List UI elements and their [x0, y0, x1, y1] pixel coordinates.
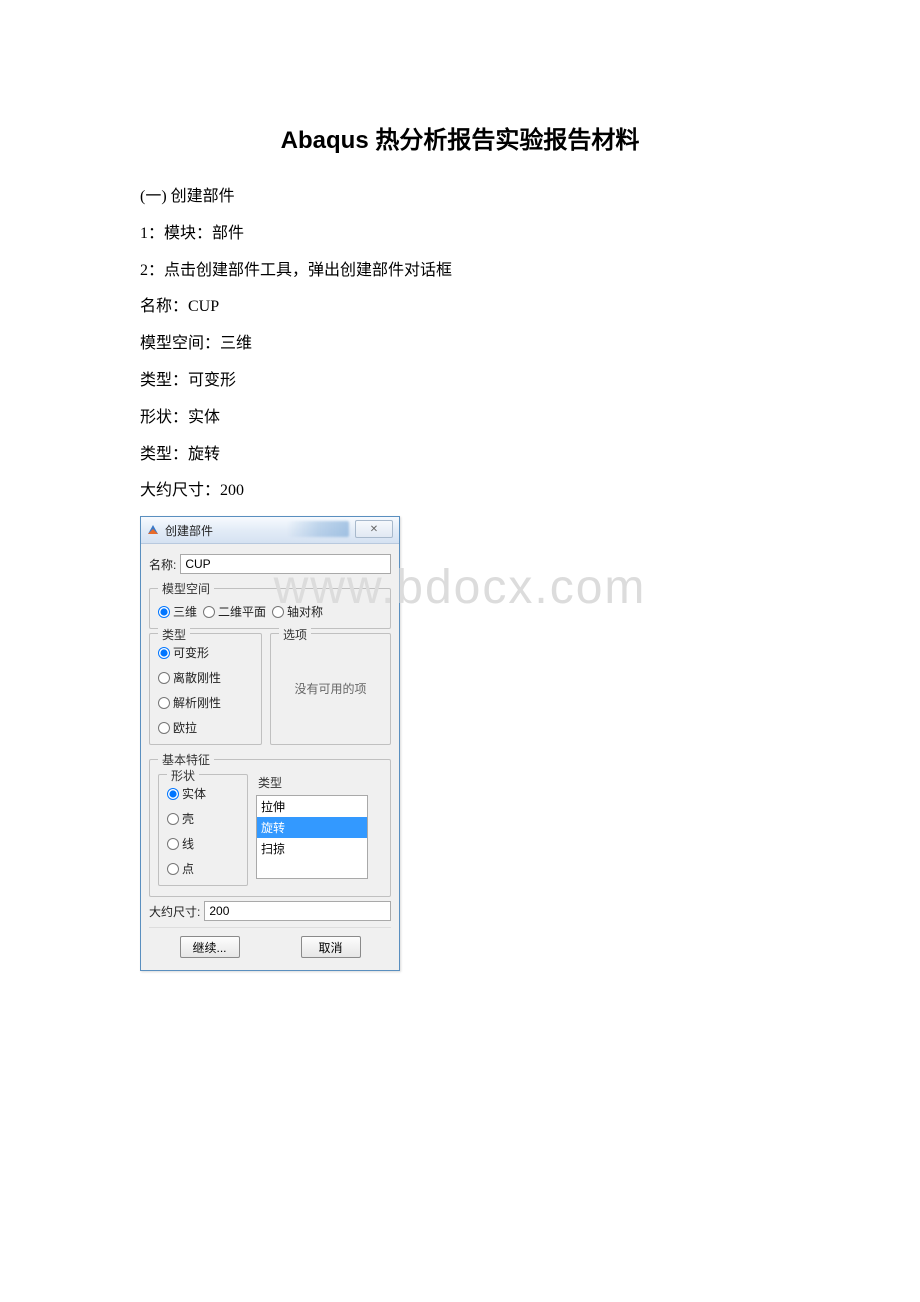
- list-item-extrude[interactable]: 拉伸: [257, 796, 367, 817]
- options-group: 选项 没有可用的项: [270, 633, 391, 745]
- radio-shell-input[interactable]: [167, 813, 179, 825]
- text-line: 2：点击创建部件工具，弹出创建部件对话框: [140, 253, 780, 290]
- radio-analytical-label: 解析刚性: [173, 694, 221, 711]
- radio-shell-label: 壳: [182, 810, 194, 827]
- document-title: Abaqus 热分析报告实验报告材料: [140, 120, 780, 155]
- type-list-wrap: 类型 拉伸 旋转 扫掠: [256, 774, 382, 886]
- radio-wire-label: 线: [182, 835, 194, 852]
- close-icon: ✕: [370, 524, 378, 535]
- base-feature-legend: 基本特征: [158, 751, 214, 768]
- type-list-legend: 类型: [256, 774, 382, 795]
- radio-2d[interactable]: 二维平面: [203, 603, 266, 620]
- radio-euler[interactable]: 欧拉: [158, 719, 253, 736]
- name-row: 名称:: [149, 554, 391, 574]
- document-page: Abaqus 热分析报告实验报告材料 (一) 创建部件 1：模块：部件 2：点击…: [0, 0, 920, 1051]
- radio-discrete[interactable]: 离散刚性: [158, 669, 253, 686]
- shape-group: 形状 实体 壳 线 点: [158, 774, 248, 886]
- radio-2d-label: 二维平面: [218, 603, 266, 620]
- type-legend: 类型: [158, 626, 190, 643]
- text-line: 大约尺寸：200: [140, 473, 780, 510]
- type-group: 类型 可变形 离散刚性 解析刚性 欧拉: [149, 633, 262, 745]
- options-legend: 选项: [279, 626, 311, 643]
- shape-legend: 形状: [167, 767, 199, 784]
- radio-deformable[interactable]: 可变形: [158, 644, 253, 661]
- list-item-revolve[interactable]: 旋转: [257, 817, 367, 838]
- radio-analytical[interactable]: 解析刚性: [158, 694, 253, 711]
- radio-solid[interactable]: 实体: [167, 785, 239, 802]
- list-item-sweep[interactable]: 扫掠: [257, 838, 367, 859]
- radio-2d-input[interactable]: [203, 606, 215, 618]
- dialog-title: 创建部件: [165, 522, 213, 539]
- options-empty-text: 没有可用的项: [279, 640, 382, 736]
- radio-solid-label: 实体: [182, 785, 206, 802]
- radio-3d-label: 三维: [173, 603, 197, 620]
- dialog-titlebar[interactable]: 创建部件 ✕: [141, 517, 399, 544]
- create-part-dialog: 创建部件 ✕ 名称: 模型空间 三维 二维平面 轴对称 类型: [140, 516, 400, 971]
- radio-shell[interactable]: 壳: [167, 810, 239, 827]
- radio-deformable-label: 可变形: [173, 644, 209, 661]
- model-space-legend: 模型空间: [158, 580, 214, 597]
- radio-axis[interactable]: 轴对称: [272, 603, 323, 620]
- text-line: (一) 创建部件: [140, 179, 780, 216]
- close-button[interactable]: ✕: [355, 520, 393, 538]
- radio-point-input[interactable]: [167, 863, 179, 875]
- approx-size-row: 大约尺寸:: [149, 901, 391, 921]
- titlebar-blur: [287, 521, 349, 537]
- base-feature-group: 基本特征 形状 实体 壳 线 点 类型: [149, 751, 391, 897]
- approx-size-input[interactable]: [204, 901, 391, 921]
- approx-size-label: 大约尺寸:: [149, 903, 200, 920]
- radio-euler-label: 欧拉: [173, 719, 197, 736]
- radio-euler-input[interactable]: [158, 722, 170, 734]
- radio-axis-label: 轴对称: [287, 603, 323, 620]
- model-space-group: 模型空间 三维 二维平面 轴对称: [149, 580, 391, 629]
- name-input[interactable]: [180, 554, 391, 574]
- text-line: 类型：旋转: [140, 437, 780, 474]
- text-line: 1：模块：部件: [140, 216, 780, 253]
- cancel-button[interactable]: 取消: [301, 936, 361, 958]
- text-line: 形状：实体: [140, 400, 780, 437]
- text-line: 名称：CUP: [140, 289, 780, 326]
- app-icon: [145, 522, 161, 538]
- continue-button[interactable]: 继续...: [180, 936, 240, 958]
- radio-solid-input[interactable]: [167, 788, 179, 800]
- text-line: 模型空间：三维: [140, 326, 780, 363]
- type-listbox[interactable]: 拉伸 旋转 扫掠: [256, 795, 368, 879]
- radio-wire[interactable]: 线: [167, 835, 239, 852]
- radio-3d-input[interactable]: [158, 606, 170, 618]
- radio-3d[interactable]: 三维: [158, 603, 197, 620]
- name-label: 名称:: [149, 556, 176, 573]
- radio-wire-input[interactable]: [167, 838, 179, 850]
- dialog-body: 名称: 模型空间 三维 二维平面 轴对称 类型 可变形 离散刚性 解析刚性: [141, 544, 399, 970]
- radio-discrete-label: 离散刚性: [173, 669, 221, 686]
- radio-axis-input[interactable]: [272, 606, 284, 618]
- radio-discrete-input[interactable]: [158, 672, 170, 684]
- radio-deformable-input[interactable]: [158, 647, 170, 659]
- dialog-button-row: 继续... 取消: [149, 927, 391, 962]
- text-line: 类型：可变形: [140, 363, 780, 400]
- radio-analytical-input[interactable]: [158, 697, 170, 709]
- radio-point[interactable]: 点: [167, 860, 239, 877]
- radio-point-label: 点: [182, 860, 194, 877]
